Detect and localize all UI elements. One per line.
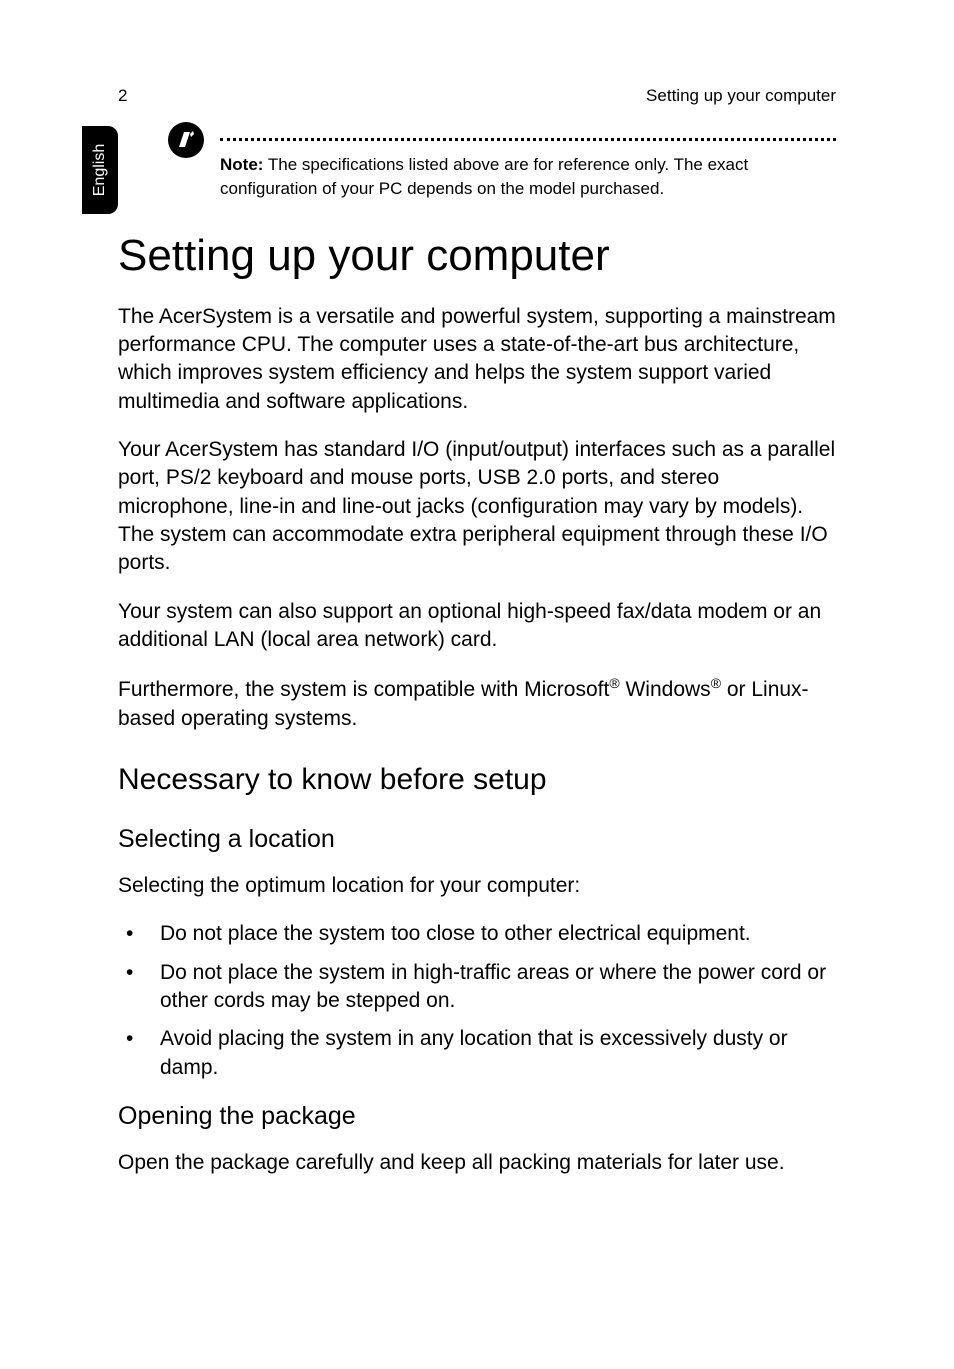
list-item: Avoid placing the system in any location… bbox=[118, 1025, 836, 1082]
location-bullets: Do not place the system too close to oth… bbox=[118, 920, 836, 1082]
language-tab: English bbox=[82, 126, 118, 214]
note-icon bbox=[166, 120, 206, 160]
note-text-wrap: Note: The specifications listed above ar… bbox=[220, 120, 836, 201]
paragraph-2: Your AcerSystem has standard I/O (input/… bbox=[118, 436, 836, 578]
language-tab-label: English bbox=[91, 144, 109, 196]
note-text: Note: The specifications listed above ar… bbox=[220, 153, 836, 201]
dotted-divider bbox=[220, 138, 836, 141]
list-item: Do not place the system too close to oth… bbox=[118, 920, 836, 948]
location-intro: Selecting the optimum location for your … bbox=[118, 872, 836, 900]
note-label: Note: bbox=[220, 155, 263, 174]
section-heading: Necessary to know before setup bbox=[118, 763, 836, 797]
subheading-location: Selecting a location bbox=[118, 825, 836, 854]
registered-symbol-1: ® bbox=[609, 675, 619, 691]
page-content: Note: The specifications listed above ar… bbox=[118, 120, 836, 1197]
paragraph-4: Furthermore, the system is compatible wi… bbox=[118, 674, 836, 733]
package-para: Open the package carefully and keep all … bbox=[118, 1149, 836, 1177]
para4-prefix: Furthermore, the system is compatible wi… bbox=[118, 678, 609, 701]
paragraph-1: The AcerSystem is a versatile and powerf… bbox=[118, 303, 836, 416]
para4-mid: Windows bbox=[620, 678, 711, 701]
subheading-package: Opening the package bbox=[118, 1102, 836, 1131]
note-body: The specifications listed above are for … bbox=[220, 155, 748, 198]
page-number: 2 bbox=[118, 86, 127, 106]
registered-symbol-2: ® bbox=[711, 675, 721, 691]
list-item: Do not place the system in high-traffic … bbox=[118, 959, 836, 1016]
running-header: Setting up your computer bbox=[646, 86, 836, 106]
note-block: Note: The specifications listed above ar… bbox=[166, 120, 836, 201]
paragraph-3: Your system can also support an optional… bbox=[118, 598, 836, 655]
page-title: Setting up your computer bbox=[118, 231, 836, 281]
